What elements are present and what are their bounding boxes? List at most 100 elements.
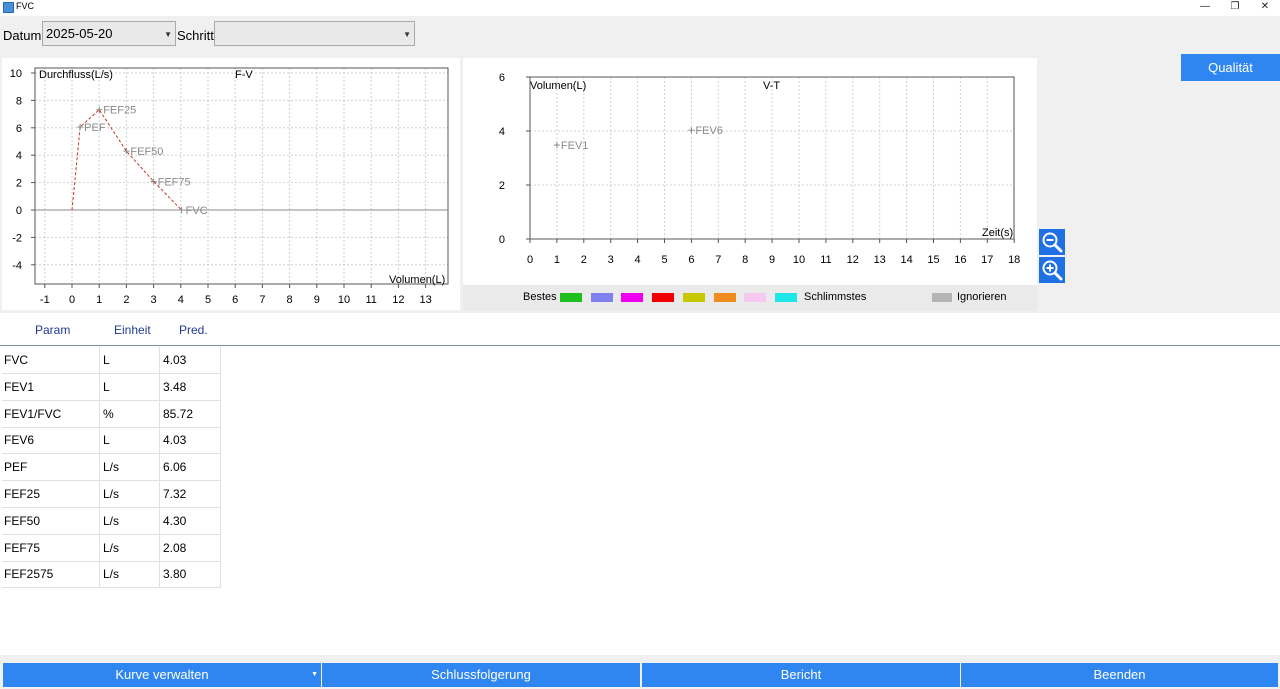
legend-worst-label: Schlimmstes bbox=[804, 291, 867, 303]
fv-x-tick-label: 7 bbox=[259, 294, 265, 306]
fv-x-tick-label: 9 bbox=[314, 294, 320, 306]
vt-x-tick-label: 1 bbox=[554, 254, 560, 266]
report-button[interactable]: Bericht bbox=[642, 663, 960, 687]
conclusion-button[interactable]: Schlussfolgerung bbox=[322, 663, 640, 687]
legend-color-swatch bbox=[621, 293, 644, 302]
minimize-button[interactable]: — bbox=[1190, 0, 1220, 15]
vt-point-label: FEV1 bbox=[561, 140, 589, 152]
legend-color-swatch bbox=[713, 293, 736, 302]
date-select[interactable]: 2025-05-20 ▼ bbox=[42, 21, 176, 46]
vt-x-tick-label: 0 bbox=[527, 254, 533, 266]
app-icon bbox=[3, 2, 14, 13]
zoom-out-icon bbox=[1042, 232, 1063, 253]
fv-y-tick-label: -2 bbox=[12, 232, 22, 244]
legend-ignore-label: Ignorieren bbox=[957, 291, 1007, 303]
step-select[interactable]: ▼ bbox=[214, 21, 415, 46]
column-header-param: Param bbox=[35, 323, 71, 337]
pred-cell: 7.32 bbox=[160, 481, 221, 507]
fv-y-tick-label: 10 bbox=[10, 68, 22, 80]
fv-x-tick-label: 11 bbox=[365, 294, 376, 306]
param-cell: FEV1/FVC bbox=[2, 400, 100, 427]
vt-x-tick-label: 17 bbox=[981, 254, 993, 266]
close-button[interactable]: ✕ bbox=[1250, 0, 1280, 15]
param-cell: FEF25 bbox=[2, 481, 100, 507]
vt-x-tick-label: 3 bbox=[608, 254, 614, 266]
legend-color-swatch bbox=[652, 293, 675, 302]
vt-y-tick-label: 0 bbox=[499, 234, 505, 246]
vt-x-tick-label: 4 bbox=[635, 254, 641, 266]
vt-x-tick-label: 8 bbox=[742, 254, 748, 266]
param-cell: PEF bbox=[2, 454, 100, 481]
unit-cell: L/s bbox=[100, 534, 160, 561]
param-cell: FEV1 bbox=[2, 373, 100, 400]
fv-x-tick-label: 0 bbox=[69, 294, 75, 306]
legend-color-swatch bbox=[682, 293, 705, 302]
vt-x-tick-label: 5 bbox=[661, 254, 667, 266]
fv-y-tick-label: 8 bbox=[16, 95, 22, 107]
vt-x-tick-label: 11 bbox=[820, 254, 831, 266]
table-row[interactable]: PEF L/s 6.06 bbox=[2, 454, 221, 482]
fv-point-label: FEF50 bbox=[130, 146, 163, 158]
unit-cell: L bbox=[100, 427, 160, 454]
vt-x-tick-label: 2 bbox=[581, 254, 587, 266]
legend-ignore-swatch bbox=[932, 293, 952, 302]
vt-x-tick-label: 10 bbox=[793, 254, 805, 266]
zoom-out-button[interactable] bbox=[1039, 229, 1065, 255]
pred-cell: 6.06 bbox=[160, 454, 221, 481]
unit-cell: L/s bbox=[100, 454, 160, 481]
fv-x-tick-label: 10 bbox=[338, 294, 350, 306]
vt-x-tick-label: 12 bbox=[847, 254, 859, 266]
quality-button[interactable]: Qualität bbox=[1181, 54, 1280, 81]
unit-cell: L bbox=[100, 347, 160, 373]
vt-xlabel: Zeit(s) bbox=[982, 227, 1013, 239]
pred-cell: 4.03 bbox=[160, 347, 221, 373]
fv-x-tick-label: 1 bbox=[96, 294, 102, 306]
vt-y-tick-label: 6 bbox=[499, 72, 505, 84]
fv-chart-panel: -1 0 1 2 3 4 5 6 7 8 9 10 11 12 13 10 8 6 4 2 0 -2 -4 PEF FEF2… bbox=[2, 58, 460, 310]
vt-x-tick-label: 15 bbox=[927, 254, 939, 266]
fv-y-tick-label: 0 bbox=[16, 205, 22, 217]
curve-legend: Bestes Schlimmstes Ignorieren bbox=[463, 285, 1037, 311]
param-cell: FEF2575 bbox=[2, 561, 100, 588]
table-row[interactable]: FEF25 L/s 7.32 bbox=[2, 481, 221, 508]
fv-point-label: FVC bbox=[186, 205, 208, 217]
fv-x-tick-label: 13 bbox=[419, 294, 431, 306]
unit-cell: L bbox=[100, 373, 160, 400]
vt-x-tick-label: 6 bbox=[688, 254, 694, 266]
pred-cell: 2.08 bbox=[160, 534, 221, 561]
vt-x-tick-label: 7 bbox=[715, 254, 721, 266]
table-row[interactable]: FEF50 L/s 4.30 bbox=[2, 507, 221, 535]
vt-x-tick-label: 18 bbox=[1008, 254, 1020, 266]
table-row[interactable]: FEV6 L 4.03 bbox=[2, 427, 221, 455]
param-cell: FEF50 bbox=[2, 507, 100, 534]
column-header-unit: Einheit bbox=[114, 323, 151, 337]
table-row[interactable]: FEV1/FVC% 85.72 bbox=[2, 400, 221, 428]
vt-title: V-T bbox=[763, 80, 780, 92]
pred-cell: 3.48 bbox=[160, 373, 221, 400]
fv-point-label: FEF25 bbox=[103, 105, 136, 117]
unit-cell: L/s bbox=[100, 507, 160, 534]
zoom-in-button[interactable] bbox=[1039, 257, 1065, 283]
toolbar: Datum: 2025-05-20 ▼ Schritt: ▼ bbox=[0, 16, 1280, 53]
vt-ylabel: Volumen(L) bbox=[530, 80, 586, 92]
unit-cell: % bbox=[100, 400, 160, 427]
legend-color-swatch bbox=[744, 293, 767, 302]
dropdown-arrow-icon: ▼ bbox=[311, 671, 318, 678]
manage-curves-button[interactable]: Kurve verwalten ▼ bbox=[3, 663, 321, 687]
fv-x-tick-label: -1 bbox=[40, 294, 50, 306]
vt-y-tick-label: 4 bbox=[499, 126, 505, 138]
vt-point-label: FEV6 bbox=[695, 125, 723, 137]
table-row[interactable]: FEF75 L/s 2.08 bbox=[2, 534, 221, 562]
table-row[interactable]: FVC L 4.03 bbox=[2, 347, 221, 374]
fv-x-tick-label: 4 bbox=[178, 294, 184, 306]
fv-x-tick-label: 12 bbox=[392, 294, 404, 306]
table-row[interactable]: FEV1 L 3.48 bbox=[2, 373, 221, 401]
pred-cell: 3.80 bbox=[160, 561, 221, 588]
param-cell: FEV6 bbox=[2, 427, 100, 454]
legend-color-swatch bbox=[774, 293, 797, 302]
chevron-down-icon: ▼ bbox=[403, 30, 411, 39]
table-row[interactable]: FEF2575 L/s 3.80 bbox=[2, 561, 221, 589]
vt-chart: 0 1 2 3 4 5 6 7 8 9 10 11 12 13 14 15 16 17 18 6420 FEV1FE… bbox=[499, 72, 1020, 266]
restore-button[interactable]: ❐ bbox=[1220, 0, 1250, 15]
exit-button[interactable]: Beenden bbox=[961, 663, 1278, 687]
